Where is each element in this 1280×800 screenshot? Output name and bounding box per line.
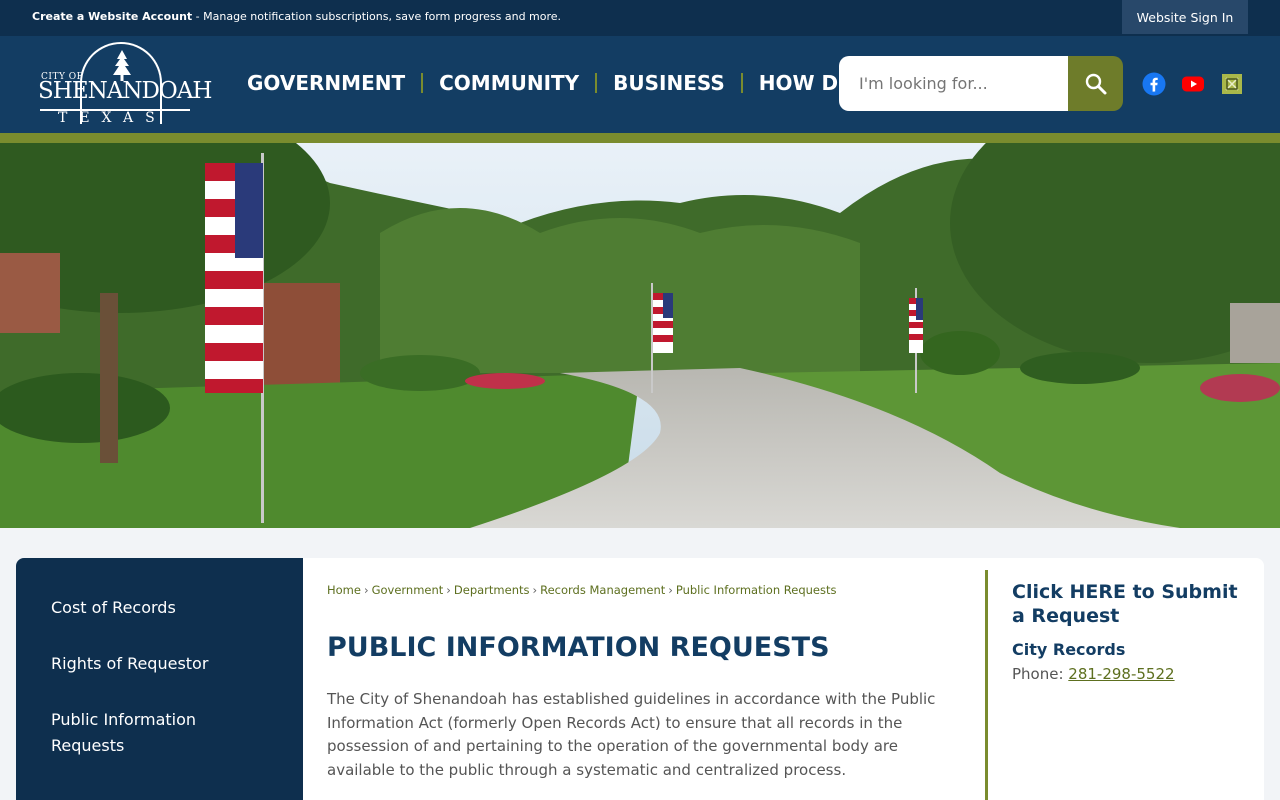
nav-government[interactable]: GOVERNMENT [247, 71, 405, 95]
phone-label: Phone: [1012, 665, 1069, 683]
column-divider [985, 570, 988, 800]
sidebar-item-rights-of-requestor[interactable]: Rights of Requestor [51, 651, 208, 677]
create-account-link[interactable]: Create a Website Account [32, 10, 192, 23]
sidebar-item-cost-of-records[interactable]: Cost of Records [51, 595, 176, 621]
account-message-text: - Manage notification subscriptions, sav… [192, 10, 562, 23]
main-content: Home › Government › Departments › Records Mana… [303, 558, 1264, 800]
breadcrumb-separator: › [532, 583, 538, 597]
search-input[interactable] [839, 56, 1068, 111]
sign-in-button[interactable]: Website Sign In [1122, 0, 1248, 34]
k-icon[interactable] [1220, 72, 1244, 96]
search-icon [1085, 73, 1106, 94]
submit-request-link[interactable]: Click HERE to Submit a Request [1012, 580, 1242, 628]
account-message: Create a Website Account - Manage notifi… [32, 10, 561, 23]
site-search [839, 56, 1123, 111]
breadcrumb-government[interactable]: Government [372, 583, 444, 597]
youtube-icon[interactable] [1181, 72, 1205, 96]
breadcrumb-home[interactable]: Home [327, 583, 361, 597]
nav-community[interactable]: COMMUNITY [439, 71, 579, 95]
logo-state: TEXAS [58, 110, 167, 126]
facebook-icon[interactable] [1142, 72, 1166, 96]
utility-bar: Create a Website Account - Manage notifi… [0, 0, 1280, 36]
nav-separator [421, 73, 424, 93]
sidebar-item-public-information-requests[interactable]: Public Information Requests [51, 707, 241, 759]
breadcrumb-records-management[interactable]: Records Management [540, 583, 665, 597]
breadcrumb-separator: › [363, 583, 369, 597]
phone-line: Phone: 281-298-5522 [1012, 665, 1242, 683]
nav-separator [740, 73, 743, 93]
logo-city-name: SHENANDOAH [38, 78, 212, 104]
sidebar-nav: Cost of Records Rights of Requestor Publ… [16, 558, 303, 800]
breadcrumb: Home › Government › Departments › Records Mana… [327, 583, 836, 597]
main-nav: GOVERNMENT COMMUNITY BUSINESS HOW DO I..… [247, 68, 892, 98]
breadcrumb-separator: › [668, 583, 673, 597]
breadcrumb-departments[interactable]: Departments [454, 583, 530, 597]
nav-separator [595, 73, 598, 93]
page-title: PUBLIC INFORMATION REQUESTS [327, 632, 830, 663]
site-header: CITY OF SHENANDOAH TEXAS GOVERNMENT COMM… [0, 36, 1280, 133]
hero-image [0, 143, 1280, 528]
breadcrumb-current[interactable]: Public Information Requests [676, 583, 837, 597]
intro-paragraph: The City of Shenandoah has established g… [327, 690, 936, 779]
nav-business[interactable]: BUSINESS [613, 71, 725, 95]
header-accent-stripe [0, 133, 1280, 143]
breadcrumb-separator: › [446, 583, 451, 597]
city-records-heading: City Records [1012, 640, 1126, 659]
search-button[interactable] [1068, 56, 1123, 111]
city-logo[interactable]: CITY OF SHENANDOAH TEXAS [36, 42, 212, 130]
contact-panel: Click HERE to Submit a Request City Reco… [1012, 580, 1242, 683]
phone-link[interactable]: 281-298-5522 [1068, 665, 1174, 683]
hero-illustration [0, 143, 1280, 528]
